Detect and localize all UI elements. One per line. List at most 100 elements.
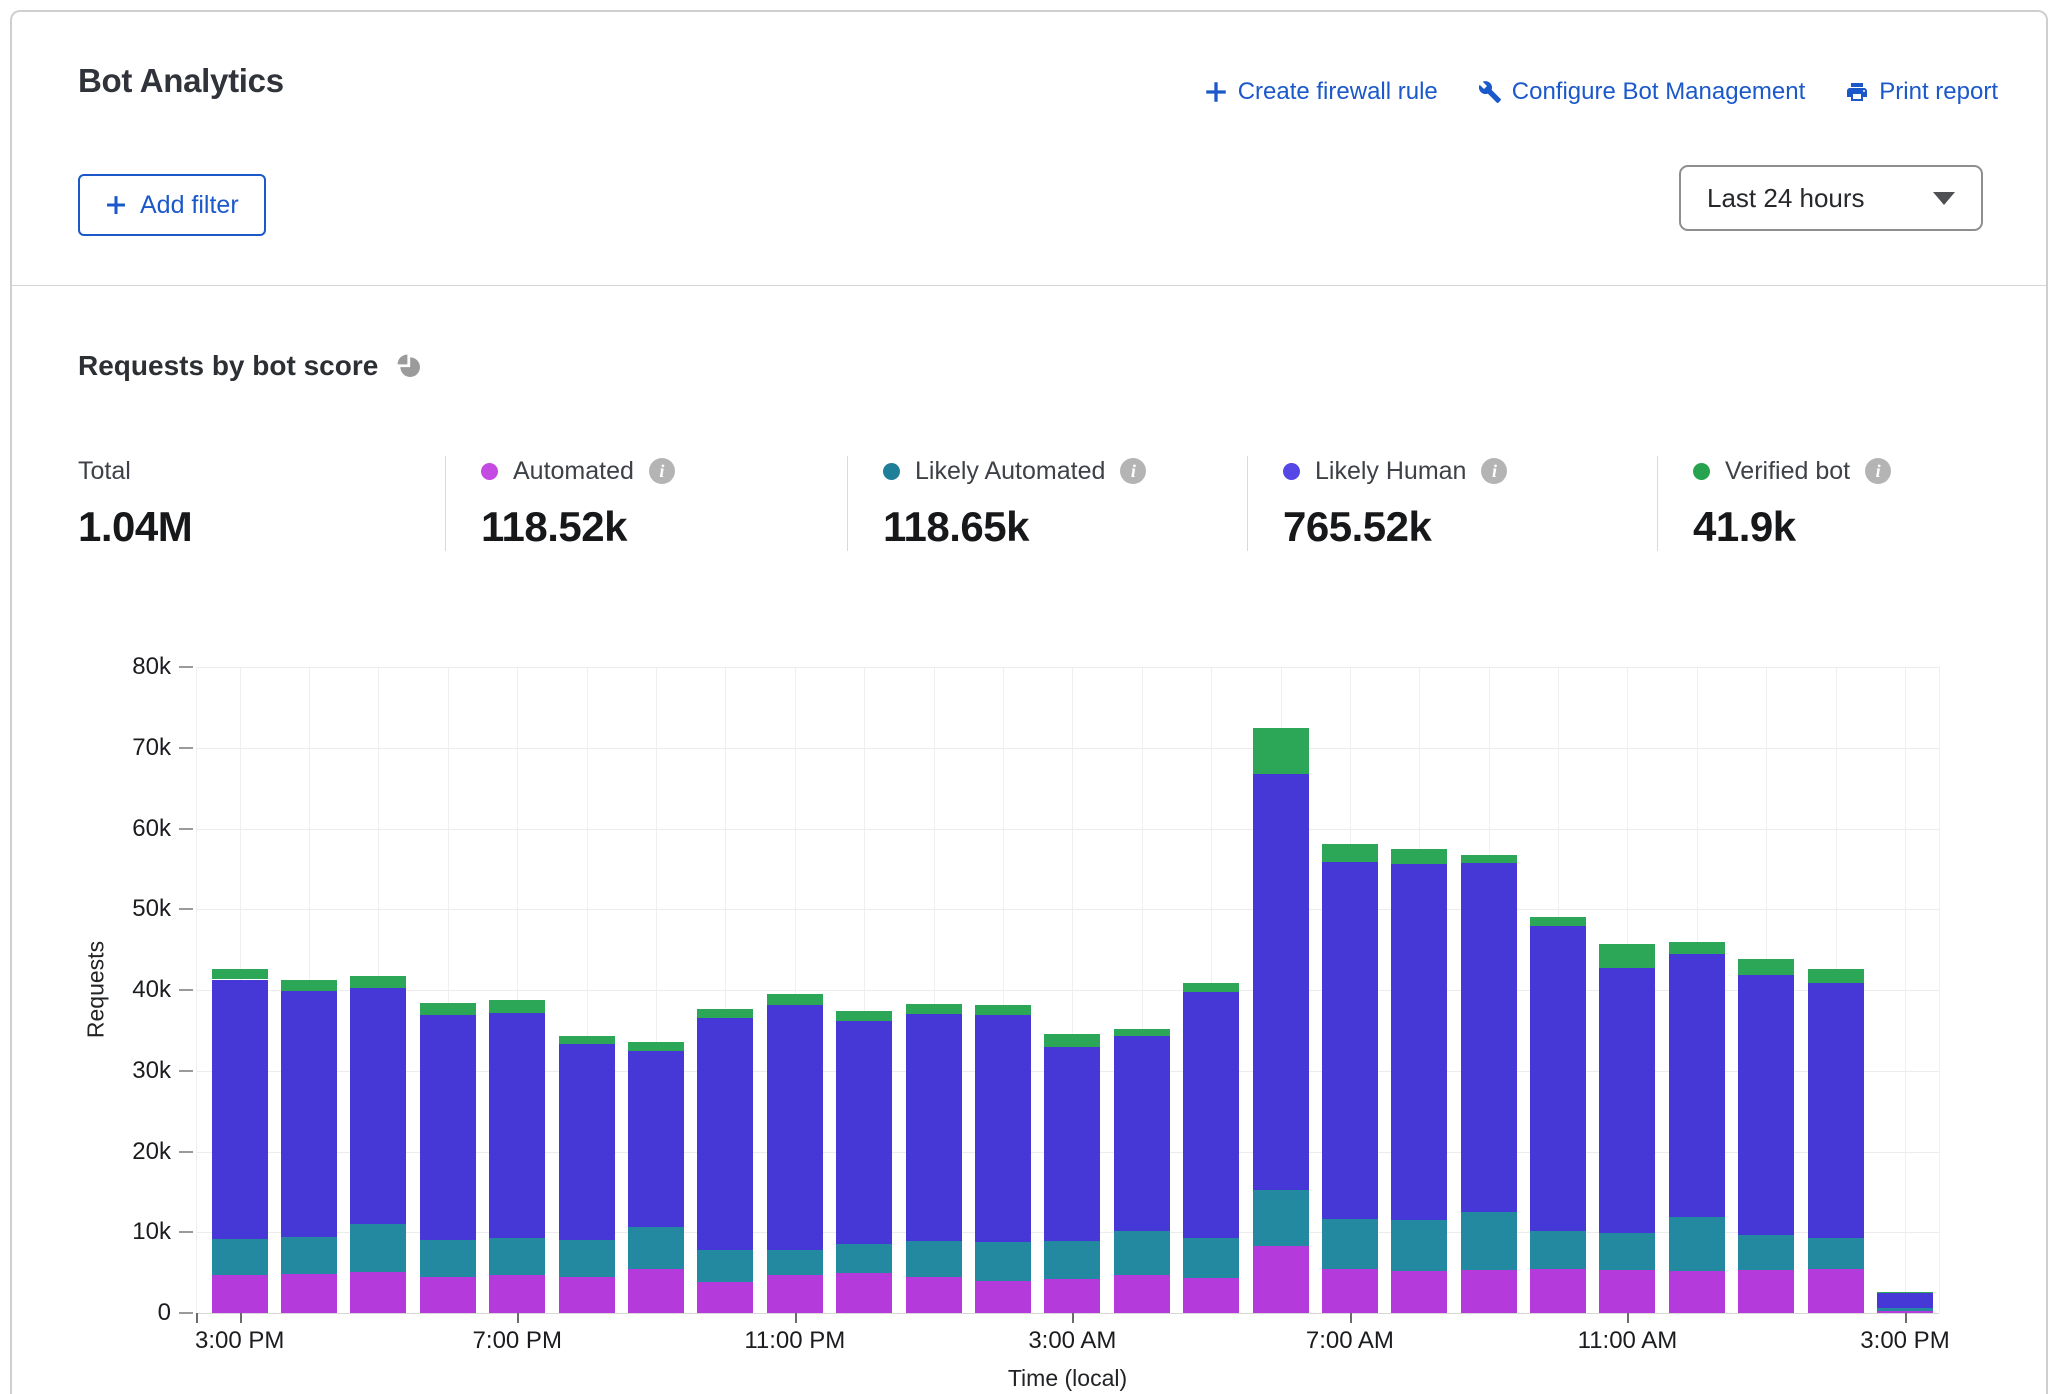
bar-segment-verified-bot (836, 1011, 892, 1021)
y-axis-title: Requests (83, 930, 110, 1050)
bar-segment-likely-automated (1877, 1308, 1933, 1310)
gridline-vertical (1939, 667, 1940, 1313)
bar-segment-likely-automated (1114, 1231, 1170, 1275)
bar-segment-likely-automated (1808, 1238, 1864, 1269)
bot-analytics-card: Bot Analytics Create firewall rule Confi… (10, 10, 2048, 1394)
bar-segment-automated (767, 1275, 823, 1313)
y-axis-tick (179, 989, 193, 991)
y-axis-tick-label: 50k (81, 895, 171, 923)
y-axis-tick-label: 0 (81, 1299, 171, 1327)
x-axis-tick-label: 7:00 AM (1306, 1327, 1394, 1355)
bar-segment-verified-bot (906, 1004, 962, 1014)
bar-segment-likely-human (628, 1051, 684, 1228)
bar-segment-automated (350, 1272, 406, 1313)
bar-segment-likely-automated (350, 1224, 406, 1272)
bar-segment-likely-automated (1461, 1212, 1517, 1270)
bar-segment-likely-human (281, 991, 337, 1237)
bar-segment-likely-automated (1322, 1219, 1378, 1269)
bar-segment-verified-bot (1253, 728, 1309, 775)
x-axis-tick (240, 1313, 242, 1323)
bar-segment-likely-automated (1738, 1235, 1794, 1271)
bar-segment-likely-human (1114, 1036, 1170, 1231)
bar-segment-verified-bot (420, 1003, 476, 1015)
bar-segment-verified-bot (1183, 983, 1239, 992)
y-axis-tick (179, 908, 193, 910)
x-axis-tick (1627, 1313, 1629, 1323)
bar-segment-automated (1114, 1275, 1170, 1313)
bar-segment-likely-human (975, 1015, 1031, 1242)
y-axis-line (196, 667, 197, 1313)
bar-segment-likely-human (1183, 992, 1239, 1238)
x-axis-tick-label: 11:00 AM (1578, 1327, 1678, 1355)
bar-segment-automated (1808, 1269, 1864, 1313)
bar-segment-verified-bot (975, 1005, 1031, 1015)
bar-segment-likely-human (1877, 1293, 1933, 1308)
bar-segment-automated (697, 1282, 753, 1313)
bar-segment-automated (1738, 1270, 1794, 1313)
bar-segment-likely-automated (697, 1250, 753, 1282)
bar-segment-likely-human (1391, 864, 1447, 1220)
y-axis-tick (179, 1231, 193, 1233)
x-axis-title: Time (local) (1008, 1365, 1127, 1392)
bar-segment-likely-human (1253, 774, 1309, 1190)
bar-segment-likely-automated (836, 1244, 892, 1273)
bar-segment-automated (1253, 1246, 1309, 1313)
bar-segment-verified-bot (1877, 1292, 1933, 1293)
bar-segment-automated (1669, 1271, 1725, 1313)
bar-segment-verified-bot (559, 1036, 615, 1044)
y-axis-tick (179, 828, 193, 830)
bar-segment-likely-human (1322, 862, 1378, 1219)
bar-segment-verified-bot (1599, 944, 1655, 968)
y-axis-tick-label: 10k (81, 1218, 171, 1246)
bar-segment-automated (1183, 1278, 1239, 1313)
y-axis-tick-label: 60k (81, 815, 171, 843)
bar-segment-likely-automated (1044, 1241, 1100, 1279)
bar-segment-automated (1322, 1269, 1378, 1313)
gridline-horizontal (196, 1313, 1939, 1314)
x-axis-tick (795, 1313, 797, 1323)
bar-segment-likely-human (767, 1005, 823, 1250)
gridline-horizontal (196, 667, 1939, 668)
bar-segment-likely-human (1669, 954, 1725, 1216)
bar-segment-likely-human (1808, 983, 1864, 1238)
bar-segment-likely-automated (1669, 1217, 1725, 1271)
bar-segment-verified-bot (281, 980, 337, 990)
bar-segment-automated (212, 1275, 268, 1313)
bar-segment-automated (1530, 1269, 1586, 1313)
y-axis-tick-label: 80k (81, 653, 171, 681)
bar-segment-automated (1461, 1270, 1517, 1313)
bar-segment-automated (975, 1281, 1031, 1313)
bar-segment-likely-automated (1530, 1231, 1586, 1268)
bar-segment-automated (1599, 1270, 1655, 1313)
bar-segment-likely-human (836, 1021, 892, 1244)
bar-segment-verified-bot (697, 1009, 753, 1019)
bar-segment-likely-human (1738, 975, 1794, 1235)
gridline-vertical (1905, 667, 1906, 1313)
bar-segment-likely-automated (281, 1237, 337, 1274)
bar-segment-likely-human (420, 1015, 476, 1240)
bar-segment-verified-bot (212, 969, 268, 979)
bar-segment-verified-bot (1114, 1029, 1170, 1036)
bar-segment-verified-bot (489, 1000, 545, 1013)
bar-segment-verified-bot (1461, 855, 1517, 863)
bar-segment-likely-human (697, 1018, 753, 1250)
x-axis-tick (196, 1313, 198, 1323)
bar-segment-likely-human (1044, 1047, 1100, 1241)
y-axis-tick (179, 1070, 193, 1072)
gridline-horizontal (196, 829, 1939, 830)
bar-segment-automated (1391, 1271, 1447, 1313)
bar-segment-automated (906, 1277, 962, 1313)
bar-segment-likely-human (212, 980, 268, 1239)
y-axis-tick-label: 70k (81, 734, 171, 762)
bar-segment-verified-bot (1044, 1034, 1100, 1047)
bar-segment-likely-automated (1253, 1190, 1309, 1246)
bar-segment-likely-human (1530, 926, 1586, 1231)
bar-segment-likely-automated (1183, 1238, 1239, 1278)
x-axis-tick (1905, 1313, 1907, 1323)
bar-segment-automated (420, 1277, 476, 1313)
bar-segment-automated (489, 1275, 545, 1313)
y-axis-tick (179, 747, 193, 749)
requests-by-bot-score-chart: 010k20k30k40k50k60k70k80k3:00 PM7:00 PM1… (12, 12, 2046, 1394)
y-axis-tick (179, 1151, 193, 1153)
y-axis-tick (179, 666, 193, 668)
